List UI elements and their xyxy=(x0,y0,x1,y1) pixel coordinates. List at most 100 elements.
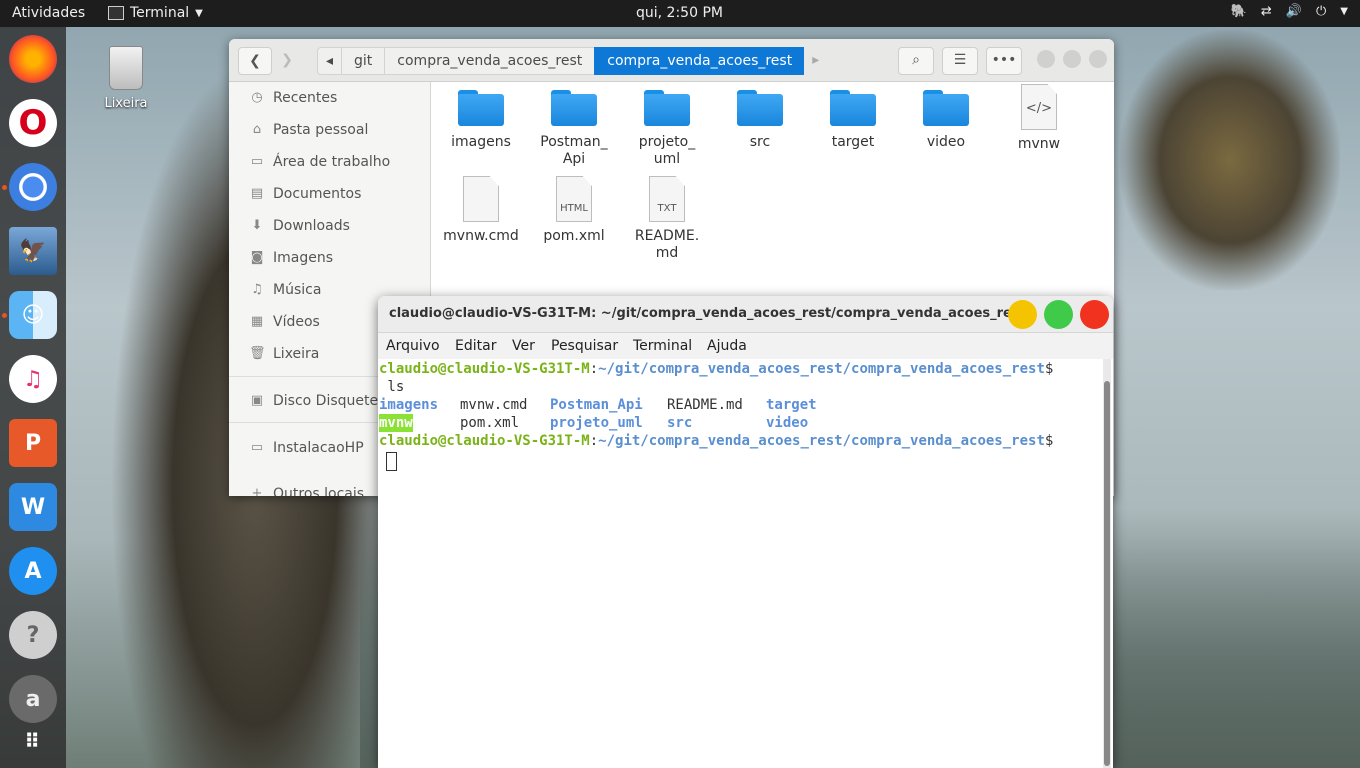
desktop-icon: ▭ xyxy=(250,154,264,169)
folder-icon xyxy=(737,90,783,126)
ls-entry: mvnw xyxy=(379,414,413,432)
breadcrumb-git[interactable]: git xyxy=(341,47,385,75)
menu-editar[interactable]: Editar xyxy=(455,338,496,354)
file-name: README. md xyxy=(634,228,700,261)
terminal-titlebar[interactable]: claudio@claudio-VS-G31T-M: ~/git/compra_… xyxy=(378,296,1113,333)
file-item-mvnw[interactable]: </> mvnw xyxy=(996,82,1082,153)
postgres-icon[interactable]: 🐘 xyxy=(1231,4,1247,19)
breadcrumb-prev-arrow[interactable]: ◂ xyxy=(317,47,342,75)
more-icon: ••• xyxy=(991,52,1017,68)
sidebar-item-label: Outros locais xyxy=(273,486,365,496)
file-name: projeto_ uml xyxy=(638,134,696,167)
sidebar-item-pasta-pessoal[interactable]: ⌂ Pasta pessoal xyxy=(249,122,368,138)
app-store-icon[interactable]: A xyxy=(9,547,57,595)
sidebar-item-recentes[interactable]: ◷ Recentes xyxy=(249,90,337,106)
sidebar-item-lixeira[interactable]: 🗑 Lixeira xyxy=(249,346,319,362)
activities-button[interactable]: Atividades xyxy=(12,5,85,21)
sidebar-item-outros-locais[interactable]: + Outros locais xyxy=(249,486,365,497)
menu-pesquisar[interactable]: Pesquisar xyxy=(551,338,618,354)
ls-entry: mvnw.cmd xyxy=(460,397,528,413)
view-list-button[interactable]: ☰ xyxy=(942,47,978,75)
trash-icon xyxy=(109,46,143,90)
sidebar-item-instalacaohp[interactable]: ▭ InstalacaoHP xyxy=(249,440,364,456)
drive-icon: ▭ xyxy=(250,440,264,455)
terminal-output[interactable]: claudio@claudio-VS-G31T-M:~/git/compra_v… xyxy=(378,359,1101,768)
clock[interactable]: qui, 2:50 PM xyxy=(636,5,723,21)
system-tray[interactable]: 🐘 ⇄ 🔊 ⏻ ▼ xyxy=(1231,4,1348,19)
running-indicator xyxy=(2,313,7,318)
file-name: src xyxy=(749,134,771,150)
sidebar-item-videos[interactable]: ▦ Vídeos xyxy=(249,314,320,330)
ls-entry: target xyxy=(766,397,817,413)
sidebar-item-label: Vídeos xyxy=(273,314,320,330)
wps-writer-icon[interactable]: W xyxy=(9,483,57,531)
image-viewer-icon[interactable]: 🦅 xyxy=(9,227,57,275)
chromium-icon[interactable] xyxy=(9,163,57,211)
forward-button[interactable]: ❯ xyxy=(271,47,303,73)
sidebar-item-label: InstalacaoHP xyxy=(273,440,364,456)
clock-icon: ◷ xyxy=(251,90,263,105)
menu-button[interactable]: ••• xyxy=(986,47,1022,75)
sidebar-item-label: Documentos xyxy=(273,186,362,202)
breadcrumb-current[interactable]: compra_venda_acoes_rest xyxy=(594,47,805,75)
minimize-button[interactable] xyxy=(1037,50,1055,68)
breadcrumb-next-arrow[interactable]: ▸ xyxy=(804,47,827,75)
sidebar-item-downloads[interactable]: ⬇ Downloads xyxy=(249,218,350,234)
desktop-trash[interactable]: Lixeira xyxy=(96,46,156,111)
sidebar-item-documentos[interactable]: ▤ Documentos xyxy=(249,186,362,202)
camera-icon: ◙ xyxy=(250,250,264,265)
sidebar-item-label: Imagens xyxy=(273,250,334,266)
plus-icon: + xyxy=(251,486,263,497)
breadcrumb-parent[interactable]: compra_venda_acoes_rest xyxy=(384,47,595,75)
finder-icon[interactable]: ☺ xyxy=(9,291,57,339)
close-button[interactable] xyxy=(1089,50,1107,68)
file-icon xyxy=(463,176,499,222)
firefox-icon[interactable] xyxy=(9,35,57,83)
ls-entry: projeto_uml xyxy=(550,415,643,431)
prompt-line: claudio@claudio-VS-G31T-M:~/git/compra_v… xyxy=(379,433,1054,449)
power-icon: ⏻ xyxy=(1316,4,1327,19)
sidebar-item-imagens[interactable]: ◙ Imagens xyxy=(249,250,333,266)
file-item-readme[interactable]: TXT README. md xyxy=(624,174,710,262)
sidebar-item-disco-disquete[interactable]: ▣ Disco Disquete xyxy=(249,393,378,409)
file-item-postman-api[interactable]: Postman_ Api xyxy=(531,82,617,168)
text-cursor xyxy=(386,452,397,471)
terminal-scrollbar[interactable] xyxy=(1103,359,1111,768)
file-item-pom-xml[interactable]: HTML pom.xml xyxy=(531,174,617,245)
file-item-projeto-uml[interactable]: projeto_ uml xyxy=(624,82,710,168)
file-item-mvnw-cmd[interactable]: mvnw.cmd xyxy=(438,174,524,245)
maximize-button[interactable] xyxy=(1063,50,1081,68)
maximize-button[interactable] xyxy=(1044,300,1073,329)
close-button[interactable] xyxy=(1080,300,1109,329)
file-item-imagens[interactable]: imagens xyxy=(438,82,524,151)
folder-icon xyxy=(830,90,876,126)
amazon-icon[interactable]: a xyxy=(9,675,57,723)
music-icon[interactable]: ♫ xyxy=(9,355,57,403)
opera-icon[interactable]: O xyxy=(9,99,57,147)
menu-arquivo[interactable]: Arquivo xyxy=(386,338,440,354)
search-button[interactable]: ⌕ xyxy=(898,47,934,75)
help-icon[interactable]: ? xyxy=(9,611,57,659)
back-button[interactable]: ❮ xyxy=(238,47,272,75)
ls-entry: Postman_Api xyxy=(550,397,643,413)
search-icon: ⌕ xyxy=(912,52,920,68)
prompt-user: claudio@claudio-VS-G31T-M xyxy=(379,361,590,377)
menu-ajuda[interactable]: Ajuda xyxy=(707,338,747,354)
prompt-path: ~/git/compra_venda_acoes_rest/compra_ven… xyxy=(598,433,1045,449)
file-item-src[interactable]: src xyxy=(717,82,803,151)
scrollbar-thumb[interactable] xyxy=(1104,381,1110,766)
show-apps-icon[interactable]: ⠿ xyxy=(9,717,57,765)
menu-ver[interactable]: Ver xyxy=(512,338,535,354)
app-menu-label: Terminal xyxy=(130,5,190,21)
file-item-video[interactable]: video xyxy=(903,82,989,151)
sidebar-item-area-de-trabalho[interactable]: ▭ Área de trabalho xyxy=(249,154,390,170)
file-item-target[interactable]: target xyxy=(810,82,896,151)
menu-terminal[interactable]: Terminal xyxy=(633,338,692,354)
chevron-down-icon: ▼ xyxy=(195,7,203,19)
sidebar-item-label: Disco Disquete xyxy=(273,393,379,409)
sidebar-item-musica[interactable]: ♫ Música xyxy=(249,282,321,298)
presentation-icon[interactable]: P xyxy=(9,419,57,467)
network-icon: ⇄ xyxy=(1260,4,1272,19)
minimize-button[interactable] xyxy=(1008,300,1037,329)
app-menu[interactable]: Terminal ▼ xyxy=(108,5,203,21)
